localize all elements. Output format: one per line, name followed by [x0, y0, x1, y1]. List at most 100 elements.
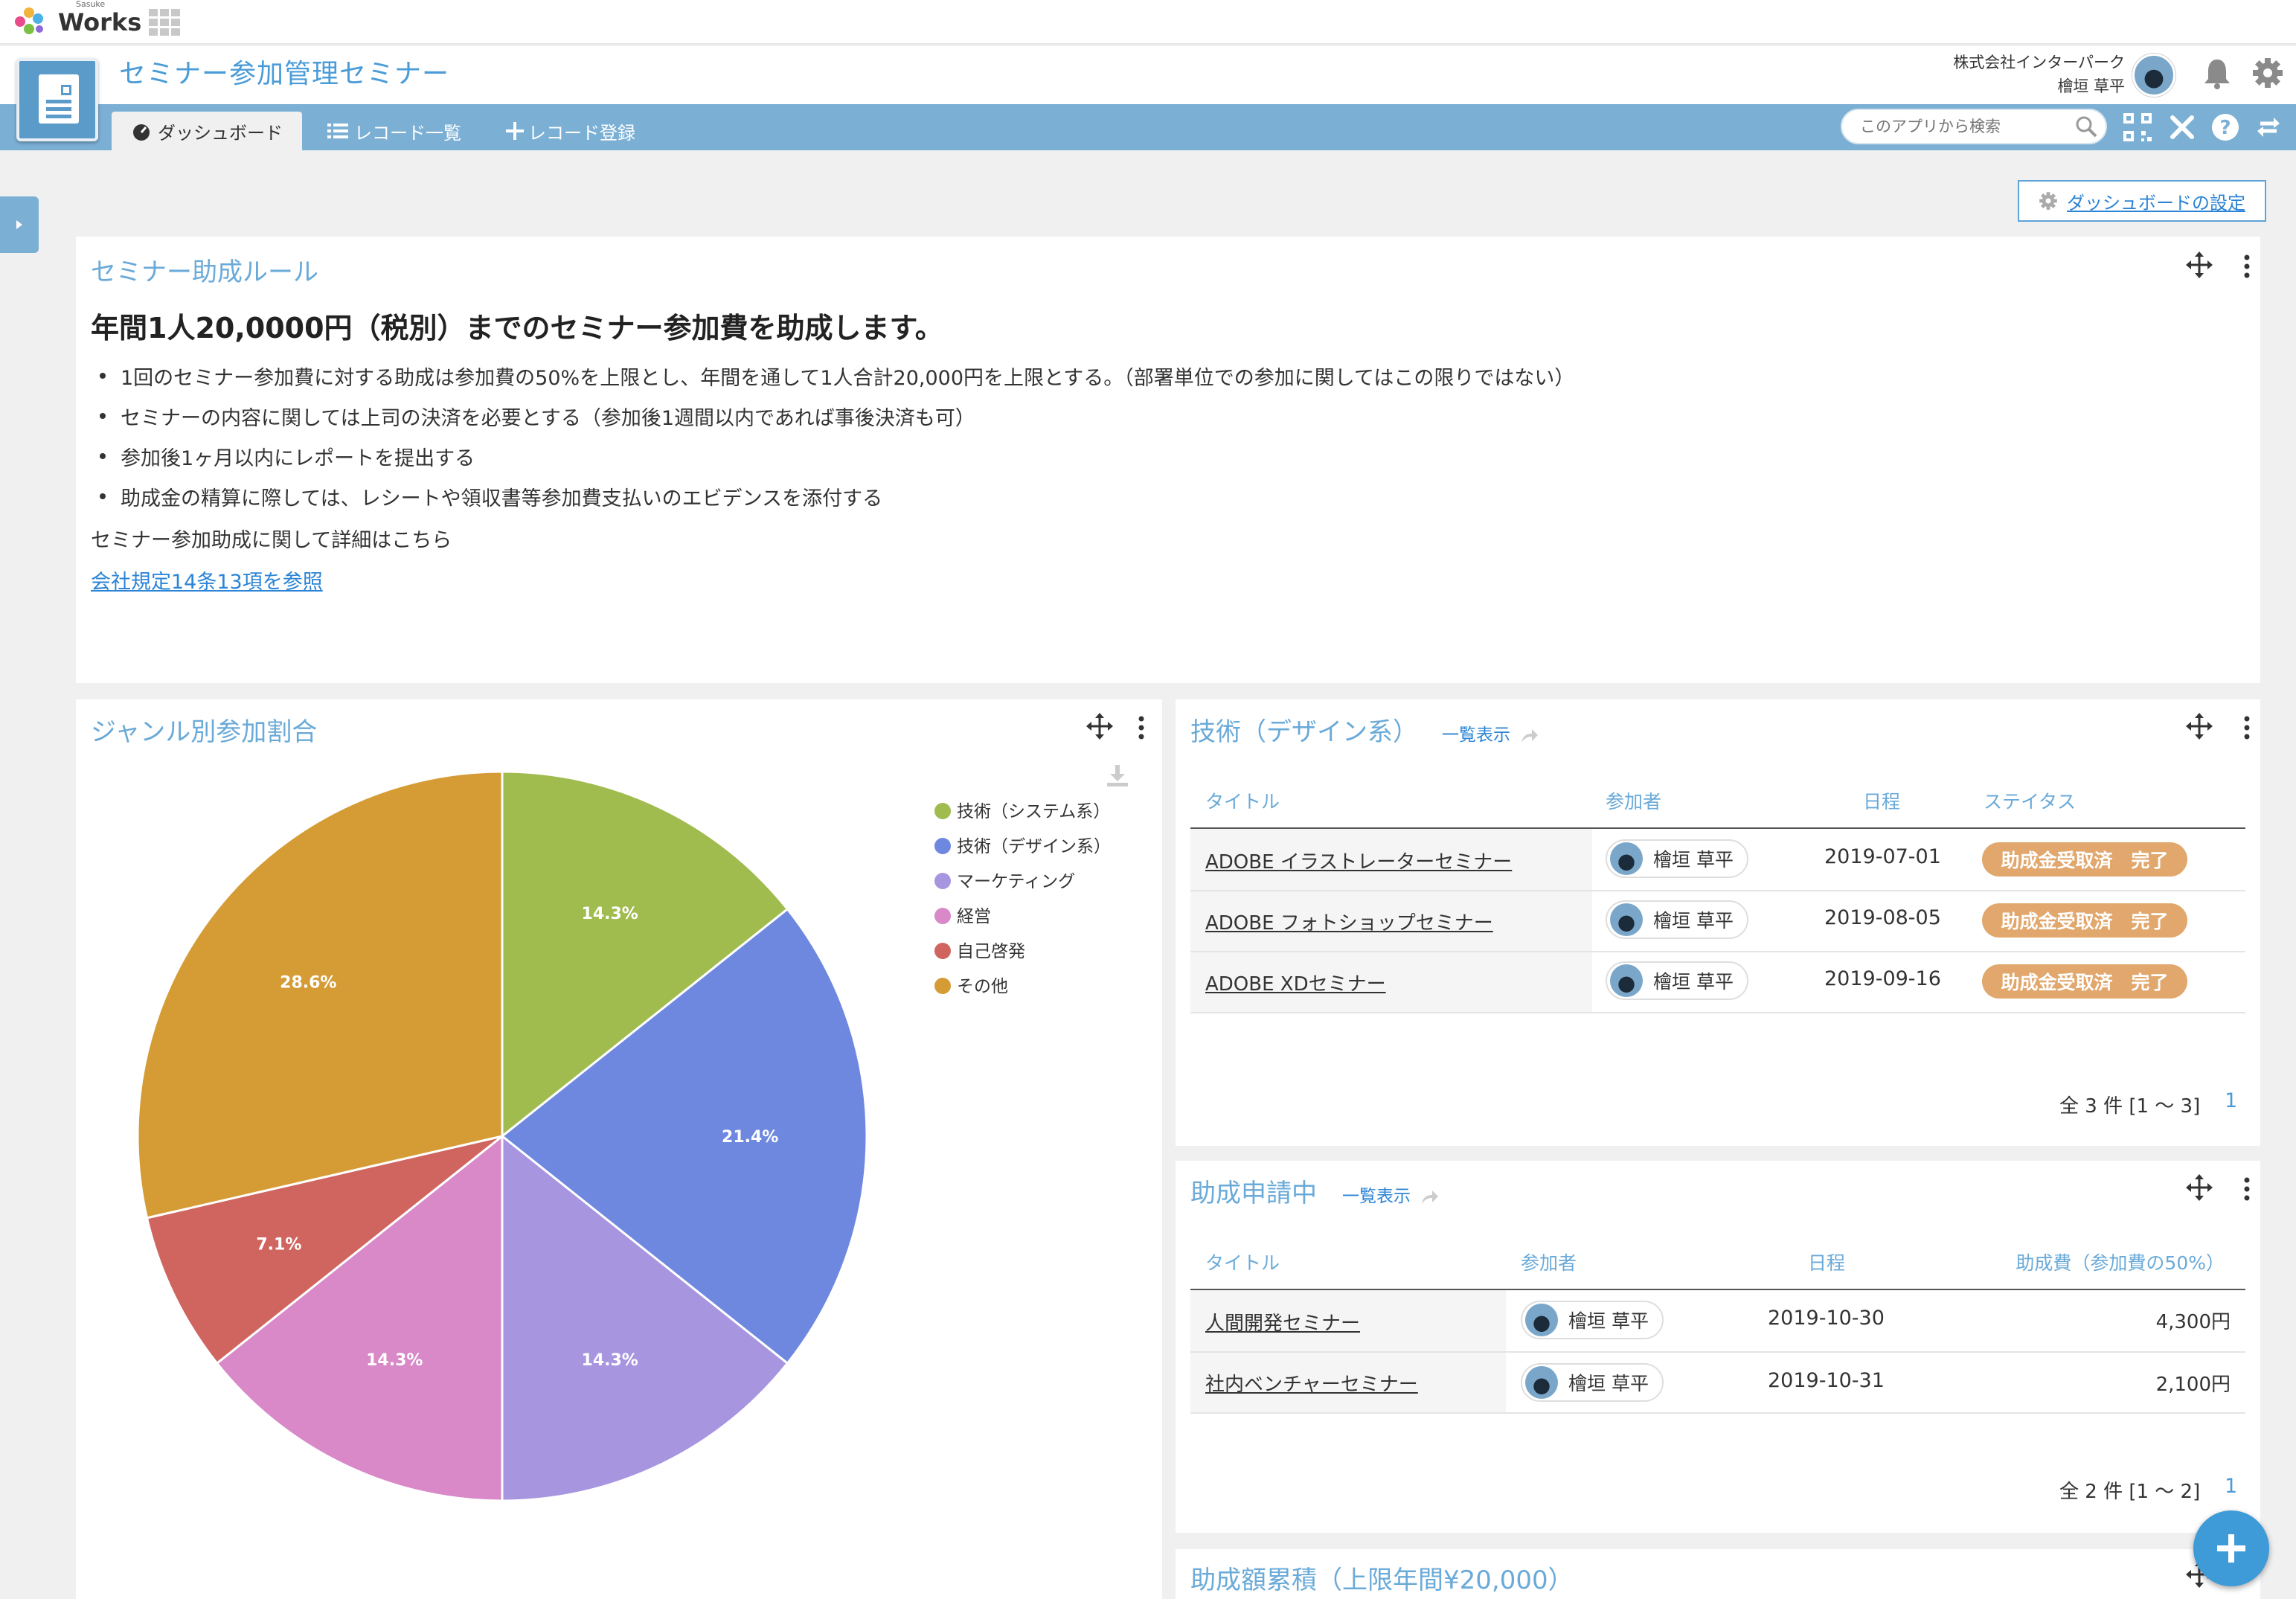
- pie-slice-label: 14.3%: [582, 1351, 638, 1370]
- sidebar-toggle[interactable]: [0, 196, 39, 253]
- user-info: 株式会社インターパーク 檜垣 草平: [1786, 51, 2125, 98]
- status-badge: 助成金受取済 完了: [1982, 842, 2187, 877]
- pagination-summary: 全 2 件 [1 〜 2]: [2059, 1481, 2201, 1503]
- record-title-link[interactable]: ADOBE イラストレーターセミナー: [1205, 847, 1512, 874]
- add-record-fab[interactable]: [2193, 1510, 2269, 1586]
- more-vertical-icon[interactable]: [2232, 1174, 2262, 1204]
- sync-icon[interactable]: [2253, 112, 2284, 143]
- user-name: 檜垣 草平: [2057, 77, 2125, 95]
- gear-icon[interactable]: [2251, 57, 2284, 89]
- column-header: タイトル: [1205, 1252, 1280, 1274]
- rules-heading: 年間1人20,0000円（税別）までのセミナー参加費を助成します。: [91, 312, 943, 345]
- pagination-summary: 全 3 件 [1 〜 3]: [2059, 1095, 2201, 1118]
- move-icon[interactable]: [2184, 250, 2214, 280]
- record-title-link[interactable]: ADOBE フォトショップセミナー: [1205, 908, 1493, 935]
- search-input[interactable]: [1841, 109, 2107, 144]
- logo-text: Works: [58, 8, 142, 36]
- record-title-link[interactable]: 社内ベンチャーセミナー: [1205, 1369, 1418, 1397]
- bell-icon[interactable]: [2202, 57, 2232, 89]
- tools-icon[interactable]: [2167, 112, 2198, 143]
- move-icon[interactable]: [2184, 1173, 2214, 1202]
- date-cell: 2019-09-16: [1824, 967, 1941, 990]
- column-header: 日程: [1808, 1252, 1846, 1274]
- legend-swatch[interactable]: [934, 873, 951, 889]
- tab-dashboard-label: ダッシュボード: [158, 122, 283, 144]
- legend-label[interactable]: 自己啓発: [957, 942, 1025, 961]
- table-row-divider: [1190, 1012, 2245, 1013]
- amount-cell: 2,100円: [2155, 1374, 2231, 1396]
- legend-swatch[interactable]: [934, 978, 951, 994]
- tab-dashboard[interactable]: ダッシュボード: [112, 112, 302, 150]
- pie-slice-label: 14.3%: [366, 1351, 423, 1370]
- participant-chip[interactable]: 檜垣 草平: [1521, 1301, 1664, 1339]
- date-cell: 2019-08-05: [1824, 906, 1941, 929]
- share-arrow-icon: [1521, 728, 1539, 743]
- participant-chip[interactable]: 檜垣 草平: [1606, 961, 1748, 1000]
- legend-label[interactable]: 技術（デザイン系）: [957, 837, 1111, 856]
- legend-label[interactable]: 経営: [957, 907, 991, 926]
- record-title-link[interactable]: 人間開発セミナー: [1205, 1308, 1360, 1336]
- participant-chip[interactable]: 檜垣 草平: [1521, 1363, 1664, 1402]
- legend-swatch[interactable]: [934, 908, 951, 924]
- app-document-icon: [16, 58, 98, 141]
- page-number-link[interactable]: 1: [2225, 1089, 2237, 1112]
- gear-icon: [2039, 192, 2057, 210]
- applying-view-all-link[interactable]: 一覧表示: [1342, 1182, 1440, 1207]
- date-cell: 2019-07-01: [1824, 845, 1941, 868]
- date-cell: 2019-10-31: [1768, 1369, 1885, 1392]
- status-badge: 助成金受取済 完了: [1982, 964, 2187, 999]
- column-header: タイトル: [1205, 791, 1280, 813]
- app-title: セミナー参加管理セミナー: [119, 59, 450, 89]
- tab-record-list[interactable]: レコード一覧: [327, 112, 461, 150]
- speedometer-icon: [133, 124, 150, 141]
- rules-item: 助成金の精算に際しては、レシートや領収書等参加費支払いのエビデンスを添付する: [99, 482, 882, 511]
- help-icon[interactable]: ?: [2210, 112, 2241, 143]
- view-all-label: 一覧表示: [1442, 725, 1510, 745]
- record-title-link[interactable]: ADOBE XDセミナー: [1205, 969, 1386, 996]
- rules-link[interactable]: 会社規定14条13項を参照: [91, 565, 323, 595]
- legend-swatch[interactable]: [934, 943, 951, 959]
- rules-panel-title: セミナー助成ルール: [91, 257, 318, 287]
- move-icon[interactable]: [2184, 711, 2214, 741]
- pie-slice-label: 7.1%: [256, 1236, 301, 1254]
- participant-chip[interactable]: 檜垣 草平: [1606, 839, 1748, 878]
- dashboard-settings-button[interactable]: ダッシュボードの設定: [2018, 180, 2266, 222]
- qr-code-icon[interactable]: [2122, 112, 2153, 143]
- legend-label[interactable]: 技術（システム系）: [957, 802, 1110, 821]
- top-bar: [0, 0, 2296, 45]
- pie-slice-label: 28.6%: [280, 973, 336, 992]
- view-all-label: 一覧表示: [1342, 1187, 1411, 1206]
- more-vertical-icon[interactable]: [1126, 713, 1156, 743]
- participant-avatar: [1610, 842, 1643, 875]
- apps-grid-icon[interactable]: [149, 9, 180, 36]
- column-header: ステイタス: [1984, 791, 2077, 813]
- works-logo[interactable]: Sasuke Works: [13, 0, 142, 39]
- participant-chip[interactable]: 檜垣 草平: [1606, 900, 1748, 939]
- participant-avatar: [1525, 1304, 1558, 1336]
- dashboard-settings-label: ダッシュボードの設定: [2067, 192, 2245, 214]
- design-view-all-link[interactable]: 一覧表示: [1442, 720, 1539, 746]
- move-icon[interactable]: [1085, 711, 1115, 741]
- logo-mark: [13, 6, 54, 39]
- tab-record-add[interactable]: レコード登録: [506, 112, 635, 150]
- more-vertical-icon[interactable]: [2232, 713, 2262, 743]
- company-name: 株式会社インターパーク: [1953, 54, 2125, 71]
- more-vertical-icon[interactable]: [2232, 251, 2262, 281]
- legend-label[interactable]: その他: [957, 977, 1008, 996]
- rules-note: セミナー参加助成に関して詳細はこちら: [91, 529, 452, 552]
- search-icon[interactable]: [2074, 115, 2098, 138]
- legend-swatch[interactable]: [934, 838, 951, 854]
- legend-label[interactable]: マーケティング: [957, 872, 1075, 891]
- rules-item: 1回のセミナー参加費に対する助成は参加費の50%を上限とし、年間を通して1人合計…: [99, 362, 1574, 391]
- share-arrow-icon: [1422, 1190, 1439, 1204]
- pie-panel-title: ジャンル別参加割合: [91, 717, 318, 747]
- rules-item: セミナーの内容に関しては上司の決済を必要とする（参加後1週間以内であれば事後決済…: [100, 402, 975, 431]
- plus-icon: [2217, 1534, 2245, 1563]
- column-header: 助成費（参加費の50%）: [2016, 1252, 2225, 1274]
- user-avatar[interactable]: [2132, 54, 2175, 97]
- page-number-link[interactable]: 1: [2225, 1475, 2237, 1498]
- column-header: 参加者: [1606, 791, 1662, 813]
- pie-slice-label: 21.4%: [722, 1128, 778, 1147]
- participant-avatar: [1610, 903, 1643, 936]
- legend-swatch[interactable]: [934, 803, 951, 819]
